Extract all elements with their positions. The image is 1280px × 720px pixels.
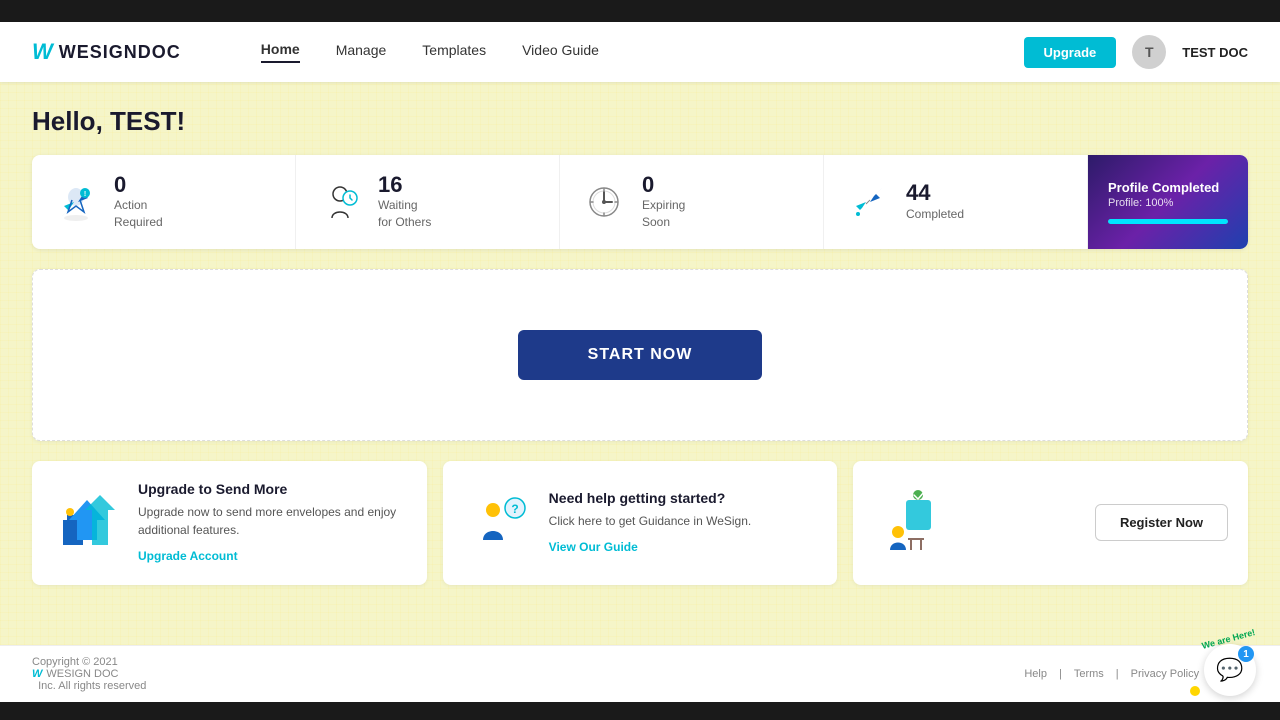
expiring-icon bbox=[580, 178, 628, 226]
help-card-content: Need help getting started? Click here to… bbox=[549, 490, 752, 556]
nav-right: Upgrade T TEST DOC bbox=[1024, 35, 1248, 69]
chat-yellow-dot bbox=[1190, 686, 1200, 696]
footer-copyright: Copyright © 2021 bbox=[32, 656, 118, 668]
nav-links: Home Manage Templates Video Guide bbox=[261, 41, 1024, 63]
expiring-label: ExpiringSoon bbox=[642, 197, 685, 231]
upgrade-card-content: Upgrade to Send More Upgrade now to send… bbox=[138, 481, 407, 565]
footer-logo: W WESIGN DOC bbox=[32, 668, 146, 680]
svg-text:!: ! bbox=[84, 191, 86, 198]
bottom-row: Upgrade to Send More Upgrade now to send… bbox=[32, 461, 1248, 585]
upgrade-card-title: Upgrade to Send More bbox=[138, 481, 407, 497]
stat-completed: 44 Completed bbox=[824, 155, 1088, 249]
greeting: Hello, TEST! bbox=[32, 106, 1248, 137]
footer-terms-link[interactable]: Terms bbox=[1074, 668, 1104, 680]
waiting-icon bbox=[316, 178, 364, 226]
view-guide-link[interactable]: View Our Guide bbox=[549, 540, 638, 554]
nav-manage[interactable]: Manage bbox=[336, 42, 387, 62]
profile-card: Profile Completed Profile: 100% bbox=[1088, 155, 1248, 249]
footer-help-link[interactable]: Help bbox=[1024, 668, 1047, 680]
stat-info-completed: 44 Completed bbox=[906, 181, 964, 222]
footer-privacy-link[interactable]: Privacy Policy bbox=[1131, 668, 1199, 680]
profile-progress-bar bbox=[1108, 219, 1228, 224]
completed-label: Completed bbox=[906, 206, 964, 223]
stat-info-waiting: 16 Waitingfor Others bbox=[378, 173, 431, 231]
logo: W WESIGNDOC bbox=[32, 39, 181, 65]
logo-text: WESIGNDOC bbox=[59, 42, 181, 63]
stat-info-expiring: 0 ExpiringSoon bbox=[642, 173, 685, 231]
stat-waiting: 16 Waitingfor Others bbox=[296, 155, 560, 249]
nav-video-guide[interactable]: Video Guide bbox=[522, 42, 599, 62]
help-card: ? Need help getting started? Click here … bbox=[443, 461, 838, 585]
action-required-number: 0 bbox=[114, 173, 163, 197]
upgrade-button[interactable]: Upgrade bbox=[1024, 37, 1117, 68]
expiring-number: 0 bbox=[642, 173, 685, 197]
register-now-button[interactable]: Register Now bbox=[1095, 504, 1228, 541]
footer-logo-text: WESIGN DOC bbox=[46, 668, 118, 680]
navbar: W WESIGNDOC Home Manage Templates Video … bbox=[0, 22, 1280, 82]
user-name: TEST DOC bbox=[1182, 45, 1248, 60]
register-card: Register Now bbox=[853, 461, 1248, 585]
help-illustration: ? bbox=[463, 488, 533, 558]
top-bar bbox=[0, 0, 1280, 22]
completed-number: 44 bbox=[906, 181, 964, 205]
start-now-section: START NOW bbox=[32, 269, 1248, 441]
start-now-button[interactable]: START NOW bbox=[518, 330, 763, 380]
completed-icon bbox=[844, 178, 892, 226]
stat-expiring: 0 ExpiringSoon bbox=[560, 155, 824, 249]
footer-suffix: Inc. All rights reserved bbox=[38, 680, 146, 692]
svg-text:?: ? bbox=[512, 502, 519, 516]
upgrade-account-link[interactable]: Upgrade Account bbox=[138, 549, 238, 563]
profile-title: Profile Completed bbox=[1108, 180, 1228, 195]
upgrade-illustration bbox=[52, 488, 122, 558]
footer-left: Copyright © 2021 W WESIGN DOC Inc. All r… bbox=[32, 656, 146, 692]
profile-progress-fill bbox=[1108, 219, 1228, 224]
nav-templates[interactable]: Templates bbox=[422, 42, 486, 62]
chat-widget: We are Here! 💬 1 bbox=[1190, 634, 1256, 696]
bottom-bar bbox=[0, 702, 1280, 720]
stat-info-action: 0 ActionRequired bbox=[114, 173, 163, 231]
register-illustration bbox=[873, 488, 943, 558]
stats-row: ! 0 ActionRequired 16 Waitingfor Others bbox=[32, 155, 1248, 249]
chat-button[interactable]: 💬 1 bbox=[1204, 644, 1256, 696]
help-card-title: Need help getting started? bbox=[549, 490, 752, 506]
waiting-label: Waitingfor Others bbox=[378, 197, 431, 231]
action-required-label: ActionRequired bbox=[114, 197, 163, 231]
waiting-number: 16 bbox=[378, 173, 431, 197]
footer-logo-w: W bbox=[32, 668, 42, 680]
stat-action-required: ! 0 ActionRequired bbox=[32, 155, 296, 249]
avatar[interactable]: T bbox=[1132, 35, 1166, 69]
action-required-icon: ! bbox=[52, 178, 100, 226]
logo-w-icon: W bbox=[32, 39, 53, 65]
profile-subtitle: Profile: 100% bbox=[1108, 197, 1228, 209]
nav-home[interactable]: Home bbox=[261, 41, 300, 63]
footer: Copyright © 2021 W WESIGN DOC Inc. All r… bbox=[0, 645, 1280, 702]
chat-notification-count: 1 bbox=[1238, 646, 1254, 662]
upgrade-card: Upgrade to Send More Upgrade now to send… bbox=[32, 461, 427, 585]
help-card-desc: Click here to get Guidance in WeSign. bbox=[549, 512, 752, 530]
upgrade-card-desc: Upgrade now to send more envelopes and e… bbox=[138, 503, 407, 539]
main-content: Hello, TEST! ! 0 ActionRequired bbox=[0, 82, 1280, 645]
